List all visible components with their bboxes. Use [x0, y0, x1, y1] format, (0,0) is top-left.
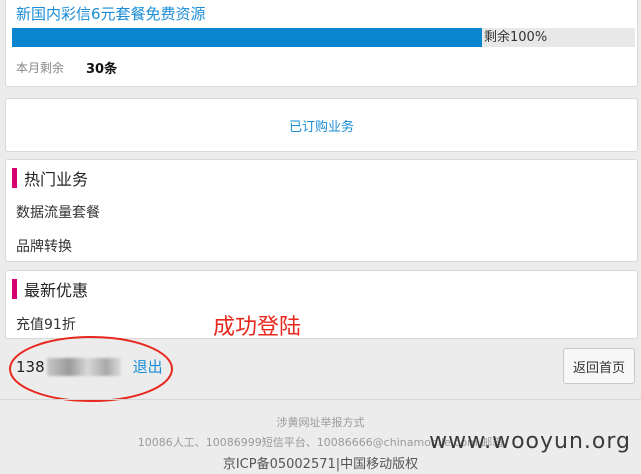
remain-label: 本月剩余	[16, 61, 65, 75]
hot-item-data-package[interactable]: 数据流量套餐	[16, 202, 100, 222]
package-title[interactable]: 新国内彩信6元套餐免费资源	[16, 3, 206, 24]
promo-item-recharge[interactable]: 充值91折	[16, 314, 76, 334]
subscribed-services-link[interactable]: 已订购业务	[289, 116, 354, 135]
hot-services-title: 热门业务	[24, 170, 89, 189]
copyright: 京ICP备05002571|中国移动版权	[222, 457, 419, 472]
promotions-card: 最新优惠 充值91折	[5, 270, 638, 339]
promotions-title: 最新优惠	[24, 281, 89, 300]
package-progress-bar: 剩余100%	[12, 28, 635, 47]
user-info: 138 退出	[16, 356, 163, 377]
watermark: www.wooyun.org	[429, 429, 631, 454]
phone-number-redaction	[46, 357, 121, 376]
remain-value: 30条	[86, 62, 118, 77]
hot-services-card: 热门业务 数据流量套餐 品牌转换	[5, 159, 638, 262]
footer-divider	[0, 399, 641, 400]
logout-link[interactable]: 退出	[133, 356, 163, 377]
section-marker	[12, 168, 17, 188]
phone-number: 138	[16, 357, 45, 376]
package-progress-fill	[12, 28, 482, 47]
hot-item-brand-switch[interactable]: 品牌转换	[16, 236, 72, 256]
promotions-header: 最新优惠	[12, 278, 88, 300]
package-card: 新国内彩信6元套餐免费资源 剩余100% 本月剩余 30条	[5, 0, 638, 87]
report-link[interactable]: 涉黄网址举报方式	[0, 414, 641, 430]
subscribed-services-card[interactable]: 已订购业务	[5, 98, 638, 152]
back-home-button[interactable]: 返回首页	[563, 348, 635, 384]
login-success-annotation: 成功登陆	[213, 315, 302, 340]
hot-services-header: 热门业务	[12, 167, 88, 189]
section-marker	[12, 279, 17, 299]
package-progress-text: 剩余100%	[484, 30, 548, 45]
